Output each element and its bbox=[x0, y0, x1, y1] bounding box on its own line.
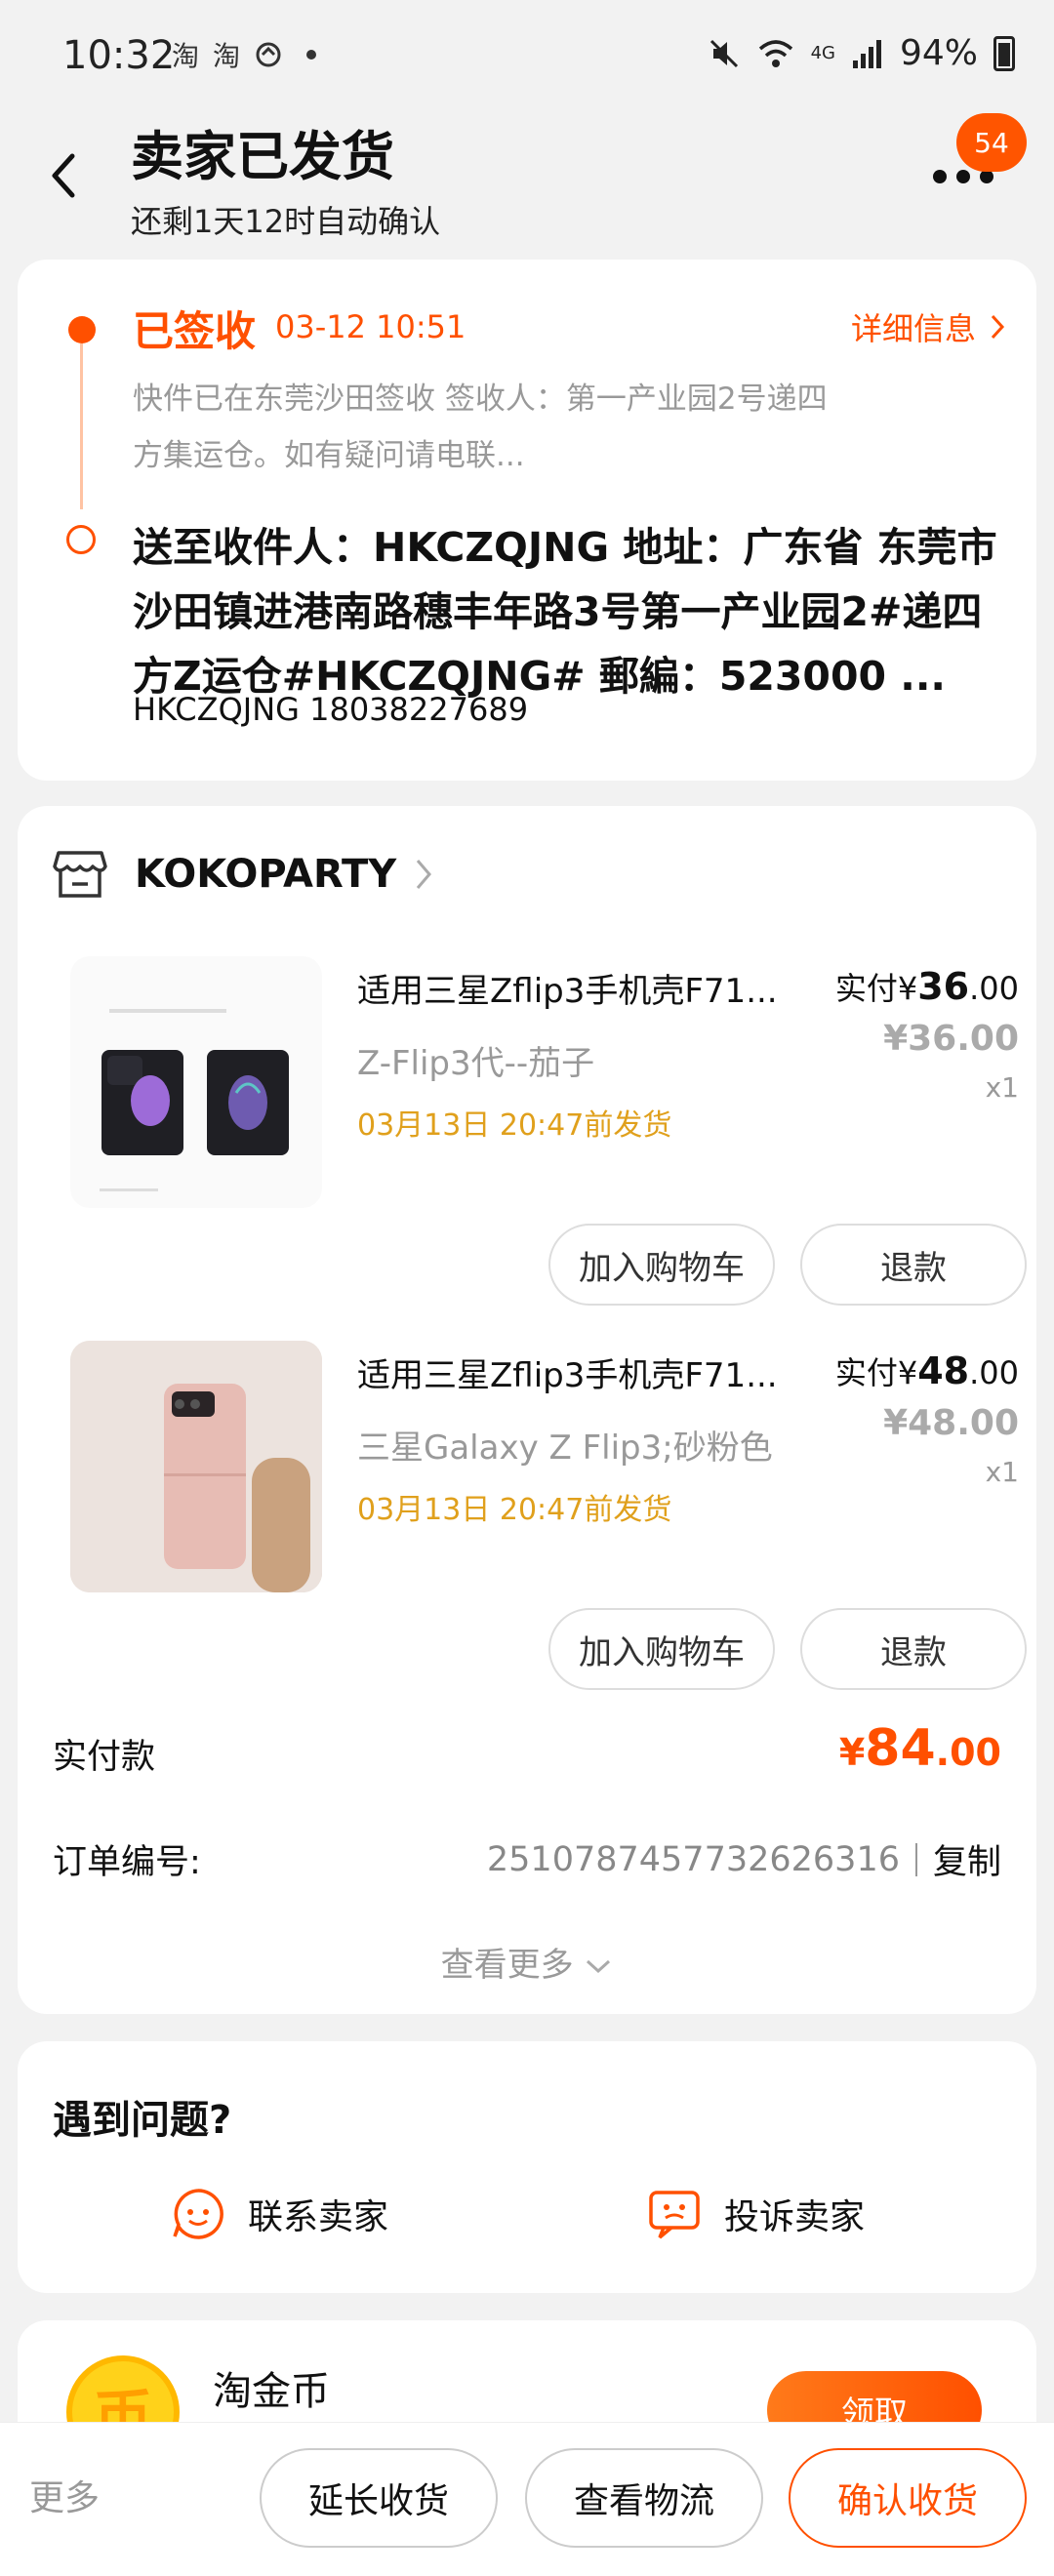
add-to-cart-button[interactable]: 加入购物车 bbox=[548, 1224, 775, 1306]
total-dec: .00 bbox=[935, 1731, 1001, 1774]
order-item[interactable]: 适用三星Zflip3手机壳F71... Z-Flip3代--茄子 03月13日 … bbox=[53, 952, 1027, 1323]
chevron-down-icon bbox=[587, 1959, 611, 1974]
item-paid-price: 实付¥48.00 bbox=[835, 1348, 1019, 1393]
more-actions-button[interactable]: 更多 bbox=[29, 2470, 100, 2520]
item-quantity: x1 bbox=[985, 1071, 1019, 1104]
network-type: 4G bbox=[810, 43, 835, 63]
shop-icon bbox=[53, 851, 107, 898]
logistics-description: 快件已在东莞沙田签收 签收人：第一产业园2号递四方集运仓。如有疑问请电联... bbox=[133, 382, 828, 473]
confirm-receipt-button[interactable]: 确认收货 bbox=[789, 2448, 1027, 2548]
taobao-notification-icon: 淘 bbox=[213, 40, 241, 72]
total-paid-amount: ¥84.00 bbox=[839, 1719, 1001, 1778]
add-to-cart-button[interactable]: 加入购物车 bbox=[548, 1608, 775, 1690]
item-spec: 三星Galaxy Z Flip3;砂粉色 bbox=[357, 1429, 773, 1468]
divider bbox=[914, 1842, 917, 1876]
product-image[interactable] bbox=[70, 1341, 322, 1592]
currency: ¥ bbox=[897, 970, 918, 1007]
chevron-right-icon bbox=[417, 860, 432, 889]
help-title: 遇到问题? bbox=[53, 2098, 232, 2143]
message-count-badge[interactable]: 54 bbox=[956, 113, 1027, 172]
order-card: KOKOPARTY 适用三星Zflip3手机壳F71... Z-Flip3代--… bbox=[18, 806, 1036, 2014]
back-arrow-icon[interactable] bbox=[43, 146, 82, 205]
order-number: 2510787457732626316 bbox=[486, 1839, 900, 1879]
complain-seller-button[interactable]: 投诉卖家 bbox=[646, 2186, 865, 2242]
item-original-price: ¥36.00 bbox=[883, 1019, 1019, 1059]
logistics-card[interactable]: 已签收 03-12 10:51 详细信息 快件已在东莞沙田签收 签收人：第一产业… bbox=[18, 260, 1036, 781]
bottom-action-bar: 更多 延长收货 查看物流 确认收货 bbox=[0, 2422, 1054, 2576]
battery-percent: 94% bbox=[899, 33, 978, 73]
complain-seller-label: 投诉卖家 bbox=[724, 2197, 866, 2237]
app-notification-icon bbox=[256, 42, 281, 67]
order-number-row: 2510787457732626316 复制 bbox=[487, 1834, 1001, 1884]
item-quantity: x1 bbox=[985, 1456, 1019, 1488]
refund-button[interactable]: 退款 bbox=[800, 1224, 1027, 1306]
recipient-contact: HKCZQJNG 18038227689 bbox=[133, 691, 529, 728]
wifi-icon bbox=[758, 39, 792, 67]
status-app-icons: 淘 淘 bbox=[172, 35, 317, 74]
timeline-address-dot bbox=[66, 525, 96, 554]
mute-icon bbox=[709, 39, 738, 67]
item-original-price: ¥48.00 bbox=[883, 1403, 1019, 1443]
item-paid-price: 实付¥36.00 bbox=[835, 964, 1019, 1009]
chat-face-icon bbox=[173, 2189, 223, 2239]
price-dec: .00 bbox=[969, 970, 1019, 1007]
view-logistics-button[interactable]: 查看物流 bbox=[525, 2448, 763, 2548]
detail-link-label: 详细信息 bbox=[850, 310, 976, 347]
logistics-status: 已签收 bbox=[133, 307, 257, 355]
contact-seller-label: 联系卖家 bbox=[248, 2197, 389, 2237]
status-time: 10:32 bbox=[62, 33, 176, 78]
help-card: 遇到问题? 联系卖家 投诉卖家 bbox=[18, 2041, 1036, 2293]
item-ship-deadline: 03月13日 20:47前发货 bbox=[357, 1493, 672, 1527]
see-more-button[interactable]: 查看更多 bbox=[18, 1938, 1036, 1986]
status-indicators: 4G 94% bbox=[708, 33, 1015, 73]
shop-name: KOKOPARTY bbox=[135, 852, 397, 897]
total-currency: ¥ bbox=[838, 1731, 866, 1774]
timeline-line bbox=[80, 343, 83, 509]
page-header: 卖家已发货 还剩1天12时自动确认 54 bbox=[0, 107, 1054, 254]
status-bar: 10:32 淘 淘 4G 94% bbox=[0, 0, 1054, 107]
product-thumbnail-phones bbox=[70, 956, 322, 1208]
see-more-label: 查看更多 bbox=[440, 1946, 574, 1985]
refund-button[interactable]: 退款 bbox=[800, 1608, 1027, 1690]
signal-icon bbox=[852, 39, 881, 68]
total-paid-label: 实付款 bbox=[53, 1738, 156, 1777]
extend-receipt-button[interactable]: 延长收货 bbox=[260, 2448, 498, 2548]
taobao-notification-icon: 淘 bbox=[172, 40, 200, 72]
page-title: 卖家已发货 bbox=[131, 126, 394, 187]
chevron-right-icon bbox=[991, 314, 1005, 340]
contact-seller-button[interactable]: 联系卖家 bbox=[170, 2186, 388, 2242]
copy-order-number-button[interactable]: 复制 bbox=[933, 1834, 1001, 1884]
shipping-address: 送至收件人：HKCZQJNG 地址：广东省 东莞市 沙田镇进港南路穗丰年路3号第… bbox=[133, 524, 997, 700]
notification-dot-icon bbox=[306, 50, 317, 60]
complaint-icon bbox=[649, 2191, 700, 2239]
shop-header[interactable]: KOKOPARTY bbox=[53, 849, 433, 900]
battery-icon bbox=[993, 35, 1015, 71]
item-spec: Z-Flip3代--茄子 bbox=[357, 1044, 595, 1083]
price-int: 48 bbox=[917, 1349, 970, 1392]
currency: ¥ bbox=[897, 1354, 918, 1391]
price-int: 36 bbox=[917, 965, 970, 1008]
paid-label: 实付 bbox=[834, 1354, 898, 1391]
item-title: 适用三星Zflip3手机壳F71... bbox=[357, 1356, 778, 1395]
logistics-time: 03-12 10:51 bbox=[275, 308, 466, 345]
total-int: 84 bbox=[865, 1719, 936, 1778]
coin-title: 淘金币 bbox=[213, 2369, 330, 2414]
logistics-detail-link[interactable]: 详细信息 bbox=[851, 304, 1005, 349]
paid-label: 实付 bbox=[834, 970, 898, 1007]
timeline-current-dot bbox=[68, 316, 96, 343]
order-item[interactable]: 适用三星Zflip3手机壳F71... 三星Galaxy Z Flip3;砂粉色… bbox=[53, 1337, 1027, 1708]
price-dec: .00 bbox=[969, 1354, 1019, 1391]
order-number-label: 订单编号: bbox=[53, 1843, 201, 1882]
item-ship-deadline: 03月13日 20:47前发货 bbox=[357, 1108, 672, 1143]
auto-confirm-countdown: 还剩1天12时自动确认 bbox=[131, 203, 441, 240]
product-image[interactable] bbox=[70, 956, 322, 1208]
item-title: 适用三星Zflip3手机壳F71... bbox=[357, 972, 778, 1011]
product-thumbnail-pink-phone bbox=[70, 1341, 322, 1592]
